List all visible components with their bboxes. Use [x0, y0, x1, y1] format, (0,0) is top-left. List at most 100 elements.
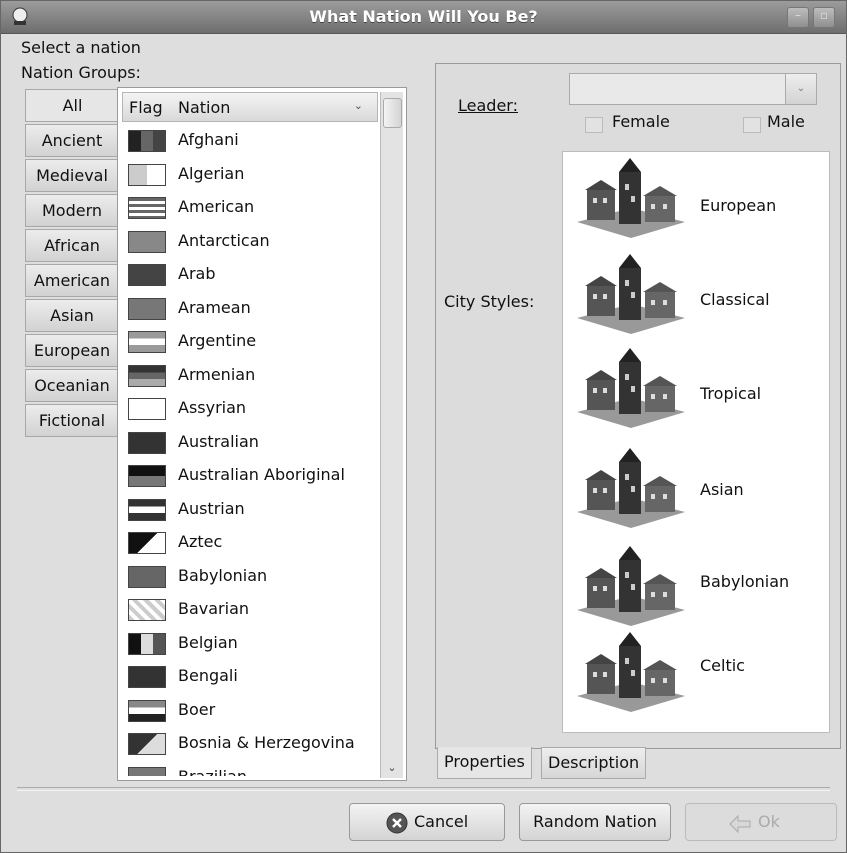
nation-name: Algerian [178, 163, 245, 183]
nation-row[interactable]: Armenian [122, 359, 378, 393]
group-tab-asian[interactable]: Asian [25, 299, 119, 332]
flag-icon [128, 733, 166, 755]
group-tab-european[interactable]: European [25, 334, 119, 367]
city-styles-label: City Styles: [444, 292, 535, 311]
group-tab-all[interactable]: All [25, 89, 119, 122]
nation-row[interactable]: Aztec [122, 526, 378, 560]
female-label[interactable]: Female [612, 112, 670, 131]
nation-name: Boer [178, 699, 216, 719]
nation-row[interactable]: Australian Aboriginal [122, 459, 378, 493]
cancel-button[interactable]: Cancel [349, 803, 505, 841]
nation-name: Brazilian [178, 766, 248, 777]
sort-indicator-icon: ⌄ [353, 99, 363, 112]
nation-name: Afghani [178, 130, 239, 149]
random-nation-button[interactable]: Random Nation [519, 803, 671, 841]
nation-group-tabs: All Ancient Medieval Modern African American A… [25, 89, 119, 439]
flag-icon [128, 699, 166, 722]
tab-description[interactable]: Description [541, 747, 647, 779]
scrollbar-thumb[interactable] [383, 98, 402, 128]
nation-row[interactable]: Argentine [122, 325, 378, 359]
nation-name: Arab [178, 264, 216, 283]
city-style-european[interactable]: European [563, 152, 831, 242]
nation-row[interactable]: Bengali [122, 660, 378, 694]
ok-label: Ok [758, 812, 780, 831]
nation-row[interactable]: Babylonian [122, 560, 378, 594]
maximize-button[interactable]: ▫ [813, 7, 835, 28]
nation-row[interactable]: Antarctican [122, 225, 378, 259]
city-style-babylonian[interactable]: Babylonian [563, 540, 831, 630]
nation-name: Bavarian [178, 599, 250, 618]
flag-icon [128, 565, 166, 588]
city-style-classical[interactable]: Classical [563, 248, 831, 338]
male-checkbox[interactable] [743, 117, 761, 133]
nation-name: Australian [178, 431, 259, 451]
nation-column-header[interactable]: Nation [178, 98, 230, 117]
male-label[interactable]: Male [767, 112, 805, 131]
nation-name: Aramean [178, 297, 251, 317]
nation-name: Bosnia & Herzegovina [178, 733, 355, 752]
nation-name: Austrian [178, 498, 245, 518]
cancel-icon [386, 812, 408, 834]
flag-icon [128, 364, 166, 387]
list-header[interactable]: Flag Nation ⌄ [122, 92, 378, 122]
group-tab-modern[interactable]: Modern [25, 194, 119, 227]
city-style-tropical[interactable]: Tropical [563, 342, 831, 432]
group-tab-ancient[interactable]: Ancient [25, 124, 119, 157]
babylonian-city-icon [577, 546, 685, 626]
combo-arrow-icon[interactable]: ⌄ [785, 74, 816, 104]
flag-icon [128, 465, 166, 487]
city-style-asian[interactable]: Asian [563, 442, 831, 532]
city-style-label: European [700, 196, 777, 215]
flag-column-header[interactable]: Flag [129, 98, 163, 117]
flag-icon [128, 766, 166, 776]
minimize-button[interactable]: – [787, 7, 809, 28]
nation-name: Belgian [178, 632, 238, 652]
nation-row[interactable]: Australian [122, 426, 378, 460]
group-tab-african[interactable]: African [25, 229, 119, 262]
nation-name: Aztec [178, 532, 223, 551]
nation-row[interactable]: Boer [122, 694, 378, 728]
leader-label: Leader: [458, 96, 518, 115]
nation-row[interactable]: Bavarian [122, 593, 378, 627]
nation-row[interactable]: Bosnia & Herzegovina [122, 727, 378, 761]
flag-icon [128, 230, 166, 253]
nation-name: Antarctican [178, 230, 270, 250]
leader-combobox[interactable]: ⌄ [569, 73, 817, 105]
city-style-label: Babylonian [700, 572, 790, 591]
female-checkbox[interactable] [585, 117, 603, 133]
tab-properties[interactable]: Properties [437, 747, 532, 779]
select-nation-label: Select a nation [21, 38, 141, 57]
classical-city-icon [577, 254, 685, 334]
ok-icon [729, 814, 751, 834]
group-tab-medieval[interactable]: Medieval [25, 159, 119, 192]
nation-row[interactable]: American [122, 191, 378, 225]
nation-row[interactable]: Austrian [122, 493, 378, 527]
nation-row[interactable]: Aramean [122, 292, 378, 326]
flag-icon [128, 599, 166, 621]
nation-row[interactable]: Algerian [122, 158, 378, 192]
flag-icon [128, 431, 166, 454]
group-tab-oceanian[interactable]: Oceanian [25, 369, 119, 402]
nation-groups-label: Nation Groups: [21, 63, 141, 82]
flag-icon [128, 398, 166, 420]
city-style-celtic[interactable]: Celtic [563, 626, 831, 716]
divider [17, 787, 830, 791]
group-tab-fictional[interactable]: Fictional [25, 404, 119, 437]
flag-icon [128, 666, 166, 688]
flag-icon [128, 498, 166, 521]
list-scrollbar[interactable]: ⌄ [380, 92, 403, 778]
flag-icon [128, 197, 166, 219]
flag-icon [128, 264, 166, 286]
nation-row[interactable]: Brazilian [122, 761, 378, 777]
group-tab-american[interactable]: American [25, 264, 119, 297]
title-bar[interactable]: What Nation Will You Be? – ▫ [1, 1, 846, 34]
nation-row[interactable]: Arab [122, 258, 378, 292]
nation-row[interactable]: Assyrian [122, 392, 378, 426]
city-style-label: Classical [700, 290, 770, 309]
ok-button[interactable]: Ok [685, 803, 837, 841]
nation-name: Australian Aboriginal [178, 465, 345, 484]
nation-row[interactable]: Afghani [122, 124, 378, 158]
nation-row[interactable]: Belgian [122, 627, 378, 661]
scroll-down-icon[interactable]: ⌄ [381, 761, 403, 774]
flag-icon [128, 163, 166, 186]
